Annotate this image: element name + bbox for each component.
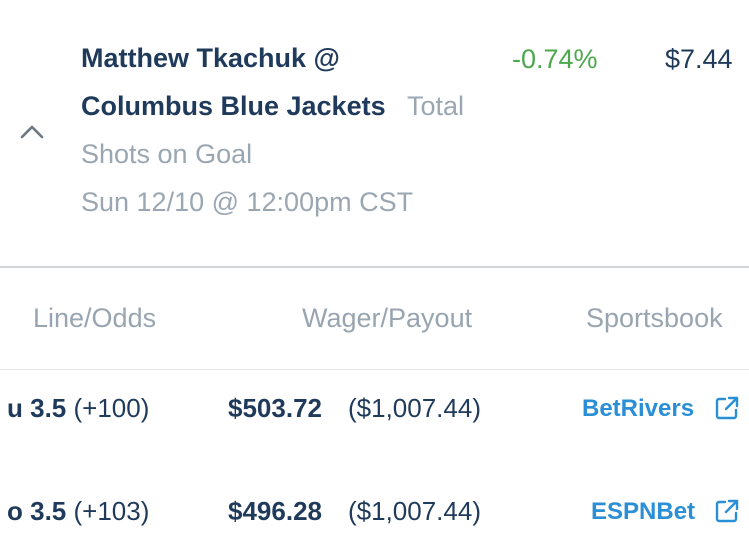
external-link-icon[interactable] bbox=[714, 498, 740, 524]
column-header-line-odds: Line/Odds bbox=[33, 303, 157, 333]
edge-percent: -0.74% bbox=[512, 44, 598, 74]
divider bbox=[0, 266, 749, 268]
column-header-wager-payout: Wager/Payout bbox=[302, 303, 473, 333]
wager-amount: $496.28 bbox=[228, 496, 322, 526]
chevron-up-icon[interactable] bbox=[18, 118, 46, 146]
sportsbook-link-espnbet[interactable]: ESPNBet bbox=[591, 498, 695, 526]
bet-title-line1: Matthew Tkachuk @ bbox=[81, 43, 340, 73]
table-row-line: o 3.5 (+103) bbox=[7, 496, 149, 527]
table-row-line: u 3.5 (+100) bbox=[7, 393, 149, 424]
bet-price: $7.44 bbox=[665, 44, 733, 74]
divider bbox=[0, 369, 749, 370]
column-header-sportsbook: Sportsbook bbox=[586, 303, 723, 333]
line-value: u 3.5 bbox=[7, 393, 67, 423]
wager-amount: $503.72 bbox=[228, 393, 322, 423]
line-value: o 3.5 bbox=[7, 496, 67, 526]
bet-type-label: Total bbox=[407, 91, 465, 121]
payout-amount: ($1,007.44) bbox=[348, 496, 481, 526]
sportsbook-link-betrivers[interactable]: BetRivers bbox=[582, 395, 694, 423]
payout-amount: ($1,007.44) bbox=[348, 393, 481, 423]
market-label: Shots on Goal bbox=[81, 139, 253, 169]
odds-value: (+100) bbox=[73, 393, 150, 423]
odds-value: (+103) bbox=[73, 496, 150, 526]
game-datetime: Sun 12/10 @ 12:00pm CST bbox=[81, 187, 414, 217]
bet-title-line2: Columbus Blue Jackets bbox=[81, 91, 386, 121]
external-link-icon[interactable] bbox=[714, 395, 740, 421]
